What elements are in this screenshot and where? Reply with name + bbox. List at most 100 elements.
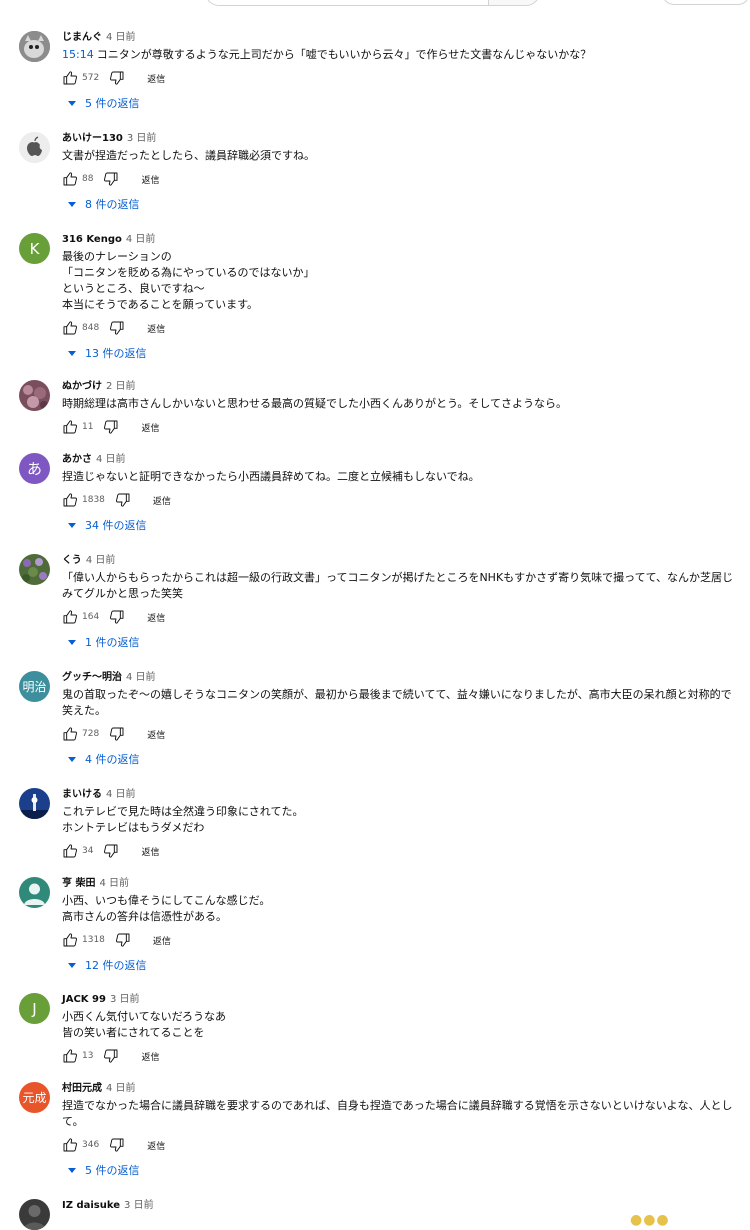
like-button[interactable]: 848 [62,320,99,336]
view-replies-button[interactable]: 13 件の返信 [68,345,738,361]
dislike-button[interactable] [109,1137,125,1153]
comment-time[interactable]: 4 日前 [126,672,156,683]
comment-author[interactable]: くう [62,555,82,566]
comment-author[interactable]: じまんぐ [62,32,102,43]
reply-button[interactable]: 返信 [147,1139,165,1152]
tower-photo-avatar[interactable] [19,788,50,819]
like-button[interactable]: 572 [62,70,99,86]
like-button[interactable]: 346 [62,1137,99,1153]
comment-author[interactable]: 亨 柴田 [62,878,95,889]
comment-actions: 34 返信 [62,840,738,862]
like-button[interactable]: 13 [62,1048,93,1064]
dislike-button[interactable] [109,609,125,625]
dislike-button[interactable] [115,932,131,948]
letter-avatar[interactable]: あ [19,453,50,484]
comment-actions: 346 返信 [62,1134,738,1156]
timestamp-link[interactable]: 15:14 [62,48,94,61]
garden-photo-avatar[interactable] [19,554,50,585]
search-input[interactable] [205,0,491,6]
view-replies-button[interactable]: 5 件の返信 [68,95,738,111]
comment-author[interactable]: IZ daisuke [62,1200,120,1211]
comment-time[interactable]: 4 日前 [106,32,136,43]
comment-author[interactable]: あかさ [62,454,92,465]
thumbs-down-icon [110,1138,124,1152]
flower-photo-avatar[interactable] [19,380,50,411]
reply-button[interactable]: 返信 [147,72,165,85]
comment-actions: 11 返信 [62,416,738,438]
dislike-button[interactable] [103,843,119,859]
view-replies-button[interactable]: 34 件の返信 [68,517,738,533]
view-replies-button[interactable]: 8 件の返信 [68,196,738,212]
dislike-button[interactable] [103,419,119,435]
reply-button[interactable]: 返信 [153,494,171,507]
reply-button[interactable]: 返信 [141,1050,159,1063]
thumbs-down-icon [110,71,124,85]
dislike-button[interactable] [109,726,125,742]
comment-time[interactable]: 4 日前 [96,454,126,465]
thumbs-up-icon [63,933,77,947]
person-photo-avatar[interactable] [19,1199,50,1230]
comment-time[interactable]: 2 日前 [106,381,136,392]
comment-time[interactable]: 3 日前 [127,133,157,144]
comment-author[interactable]: グッチ〜明治 [62,672,122,683]
comment-author[interactable]: 316 Kengo [62,234,122,245]
reply-button[interactable]: 返信 [141,421,159,434]
letter-avatar[interactable]: J [19,993,50,1024]
dislike-button[interactable] [115,492,131,508]
comment-author[interactable]: JACK 99 [62,994,106,1005]
reply-button[interactable]: 返信 [147,611,165,624]
caret-down-icon [68,1167,76,1173]
comment-time[interactable]: 4 日前 [86,555,116,566]
apple-logo-avatar[interactable] [19,132,50,163]
search-button[interactable] [488,0,540,6]
view-replies-button[interactable]: 5 件の返信 [68,1162,738,1178]
comment-author[interactable]: あいけー130 [62,133,123,144]
like-count: 13 [82,1051,94,1061]
dislike-button[interactable] [103,1048,119,1064]
comment-actions: 848 返信 [62,317,738,339]
comment-actions: 88 返信 [62,168,738,190]
cat-photo-avatar[interactable] [19,31,50,62]
reply-button[interactable]: 返信 [153,934,171,947]
comment-time[interactable]: 4 日前 [106,1083,136,1094]
comment-author[interactable]: まいける [62,789,102,800]
thumbs-down-icon [115,493,130,507]
comment-time[interactable]: 3 日前 [110,994,140,1005]
comment-text: 小西くん気付いてないだろうなあ 皆の笑い者にされてることを [62,1010,227,1039]
dislike-button[interactable] [109,320,125,336]
view-replies-button[interactable]: 12 件の返信 [68,957,738,973]
comment-author[interactable]: 村田元成 [62,1083,102,1094]
like-count: 88 [82,174,94,184]
like-count: 728 [82,729,100,739]
like-button[interactable]: 728 [62,726,99,742]
letter-avatar[interactable]: K [19,233,50,264]
dislike-button[interactable] [109,70,125,86]
reply-button[interactable]: 返信 [147,322,165,335]
like-button[interactable]: 34 [62,843,93,859]
like-button[interactable]: 11 [62,419,93,435]
thumbs-up-icon [63,844,77,858]
like-button[interactable]: 164 [62,609,99,625]
comment-time[interactable]: 4 日前 [106,789,136,800]
top-action-button[interactable] [662,0,750,5]
reply-button[interactable]: 返信 [147,728,165,741]
comment-time[interactable]: 4 日前 [126,234,156,245]
caret-down-icon [68,100,76,106]
thumbs-up-icon [63,172,77,186]
person-silhouette-avatar[interactable] [19,877,50,908]
reply-button[interactable]: 返信 [141,845,159,858]
view-replies-button[interactable]: 1 件の返信 [68,634,738,650]
like-button[interactable]: 88 [62,171,93,187]
letter-avatar[interactable]: 明治 [19,671,50,702]
dislike-button[interactable] [103,171,119,187]
comment-time[interactable]: 4 日前 [99,878,129,889]
letter-avatar[interactable]: 元成 [19,1082,50,1113]
like-button[interactable]: 1838 [62,492,105,508]
comment-time[interactable]: 3 日前 [124,1200,154,1211]
caret-down-icon [68,962,76,968]
like-button[interactable]: 1318 [62,932,105,948]
view-replies-button[interactable]: 4 件の返信 [68,751,738,767]
comment-author[interactable]: ぬかづけ [62,381,102,392]
reply-button[interactable]: 返信 [141,173,159,186]
top-bar [0,0,750,8]
